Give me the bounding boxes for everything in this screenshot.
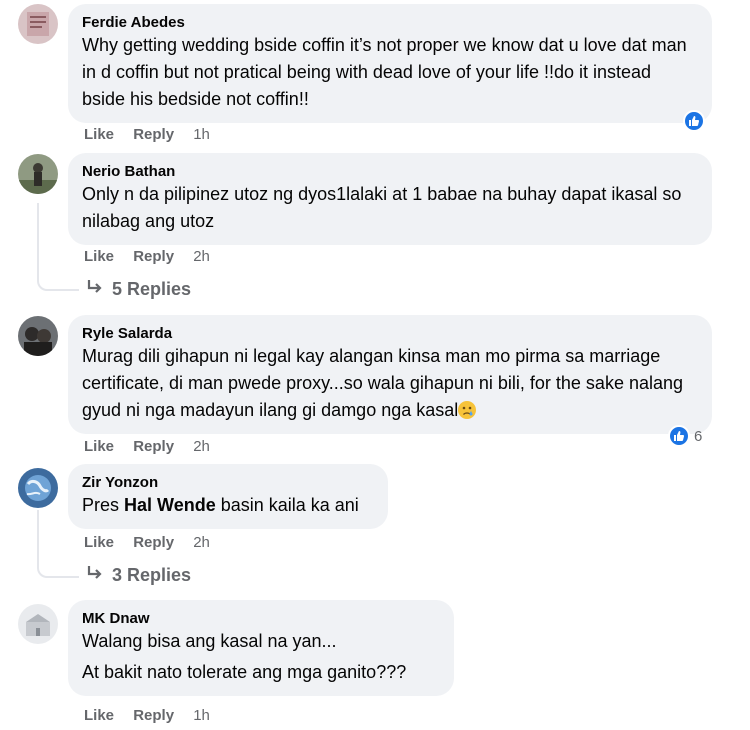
reply-arrow-icon xyxy=(86,279,104,300)
comment-actions: Like Reply 2h xyxy=(84,248,225,265)
timestamp[interactable]: 1h xyxy=(193,707,210,724)
avatar[interactable] xyxy=(18,316,58,356)
reply-button[interactable]: Reply xyxy=(133,707,174,724)
thread-elbow xyxy=(37,275,79,291)
reaction-summary[interactable]: 6 xyxy=(668,425,702,447)
comment-actions: Like Reply 2h xyxy=(84,438,225,455)
timestamp[interactable]: 2h xyxy=(193,248,210,265)
timestamp[interactable]: 2h xyxy=(193,534,210,551)
comment-actions: Like Reply 2h xyxy=(84,534,225,551)
view-replies-link[interactable]: 5 Replies xyxy=(86,279,191,300)
avatar[interactable] xyxy=(18,604,58,644)
comment-text: At bakit nato tolerate ang mga ganito??? xyxy=(82,662,407,682)
author-name[interactable]: Ferdie Abedes xyxy=(82,13,698,32)
mention-link[interactable]: Hal Wende xyxy=(124,495,216,515)
comment-bubble: Nerio Bathan Only n da pilipinez utoz ng… xyxy=(68,153,712,245)
comment-bubble: MK Dnaw Walang bisa ang kasal na yan... … xyxy=(68,600,454,696)
thumbs-up-icon xyxy=(668,425,690,447)
comment-text-prefix: Pres xyxy=(82,495,125,515)
view-replies-link[interactable]: 3 Replies xyxy=(86,565,191,586)
timestamp[interactable]: 1h xyxy=(193,126,210,143)
reply-arrow-icon xyxy=(86,565,104,586)
reaction-summary[interactable] xyxy=(683,110,705,132)
comment-text: Only n da pilipinez utoz ng dyos1lalaki … xyxy=(82,184,682,231)
comment-bubble: Zir Yonzon Pres Hal Wende basin kaila ka… xyxy=(68,464,388,529)
reaction-count: 6 xyxy=(694,427,703,445)
comment-text: Walang bisa ang kasal na yan... xyxy=(82,631,337,651)
comment-text-body: Murag dili gihapun ni legal kay alangan … xyxy=(82,346,684,420)
replies-count[interactable]: 3 Replies xyxy=(112,565,191,586)
thread-line xyxy=(37,510,39,562)
author-name[interactable]: Zir Yonzon xyxy=(82,473,374,492)
comment-actions: Like Reply 1h xyxy=(84,707,225,724)
author-name[interactable]: Nerio Bathan xyxy=(82,162,698,181)
reply-button[interactable]: Reply xyxy=(133,438,174,455)
thumbs-up-icon xyxy=(683,110,705,132)
author-name[interactable]: MK Dnaw xyxy=(82,609,440,628)
author-name[interactable]: Ryle Salarda xyxy=(82,324,698,343)
comment-text: Murag dili gihapun ni legal kay alangan … xyxy=(82,343,698,424)
comment-text: Pres Hal Wende basin kaila ka ani xyxy=(82,492,374,519)
like-button[interactable]: Like xyxy=(84,438,114,455)
reply-button[interactable]: Reply xyxy=(133,126,174,143)
avatar[interactable] xyxy=(18,4,58,44)
avatar[interactable] xyxy=(18,154,58,194)
reply-button[interactable]: Reply xyxy=(133,534,174,551)
like-button[interactable]: Like xyxy=(84,707,114,724)
replies-count[interactable]: 5 Replies xyxy=(112,279,191,300)
comment-text: Why getting wedding bside coffin it’s no… xyxy=(82,35,687,109)
comment-bubble: Ferdie Abedes Why getting wedding bside … xyxy=(68,4,712,123)
like-button[interactable]: Like xyxy=(84,248,114,265)
thread-line xyxy=(37,203,39,275)
crying-face-icon xyxy=(458,401,477,419)
comment-text-suffix: basin kaila ka ani xyxy=(215,495,359,515)
like-button[interactable]: Like xyxy=(84,126,114,143)
avatar[interactable] xyxy=(18,468,58,508)
reply-button[interactable]: Reply xyxy=(133,248,174,265)
comment-bubble: Ryle Salarda Murag dili gihapun ni legal… xyxy=(68,315,712,434)
comment-actions: Like Reply 1h xyxy=(84,126,225,143)
thread-elbow xyxy=(37,562,79,578)
like-button[interactable]: Like xyxy=(84,534,114,551)
timestamp[interactable]: 2h xyxy=(193,438,210,455)
